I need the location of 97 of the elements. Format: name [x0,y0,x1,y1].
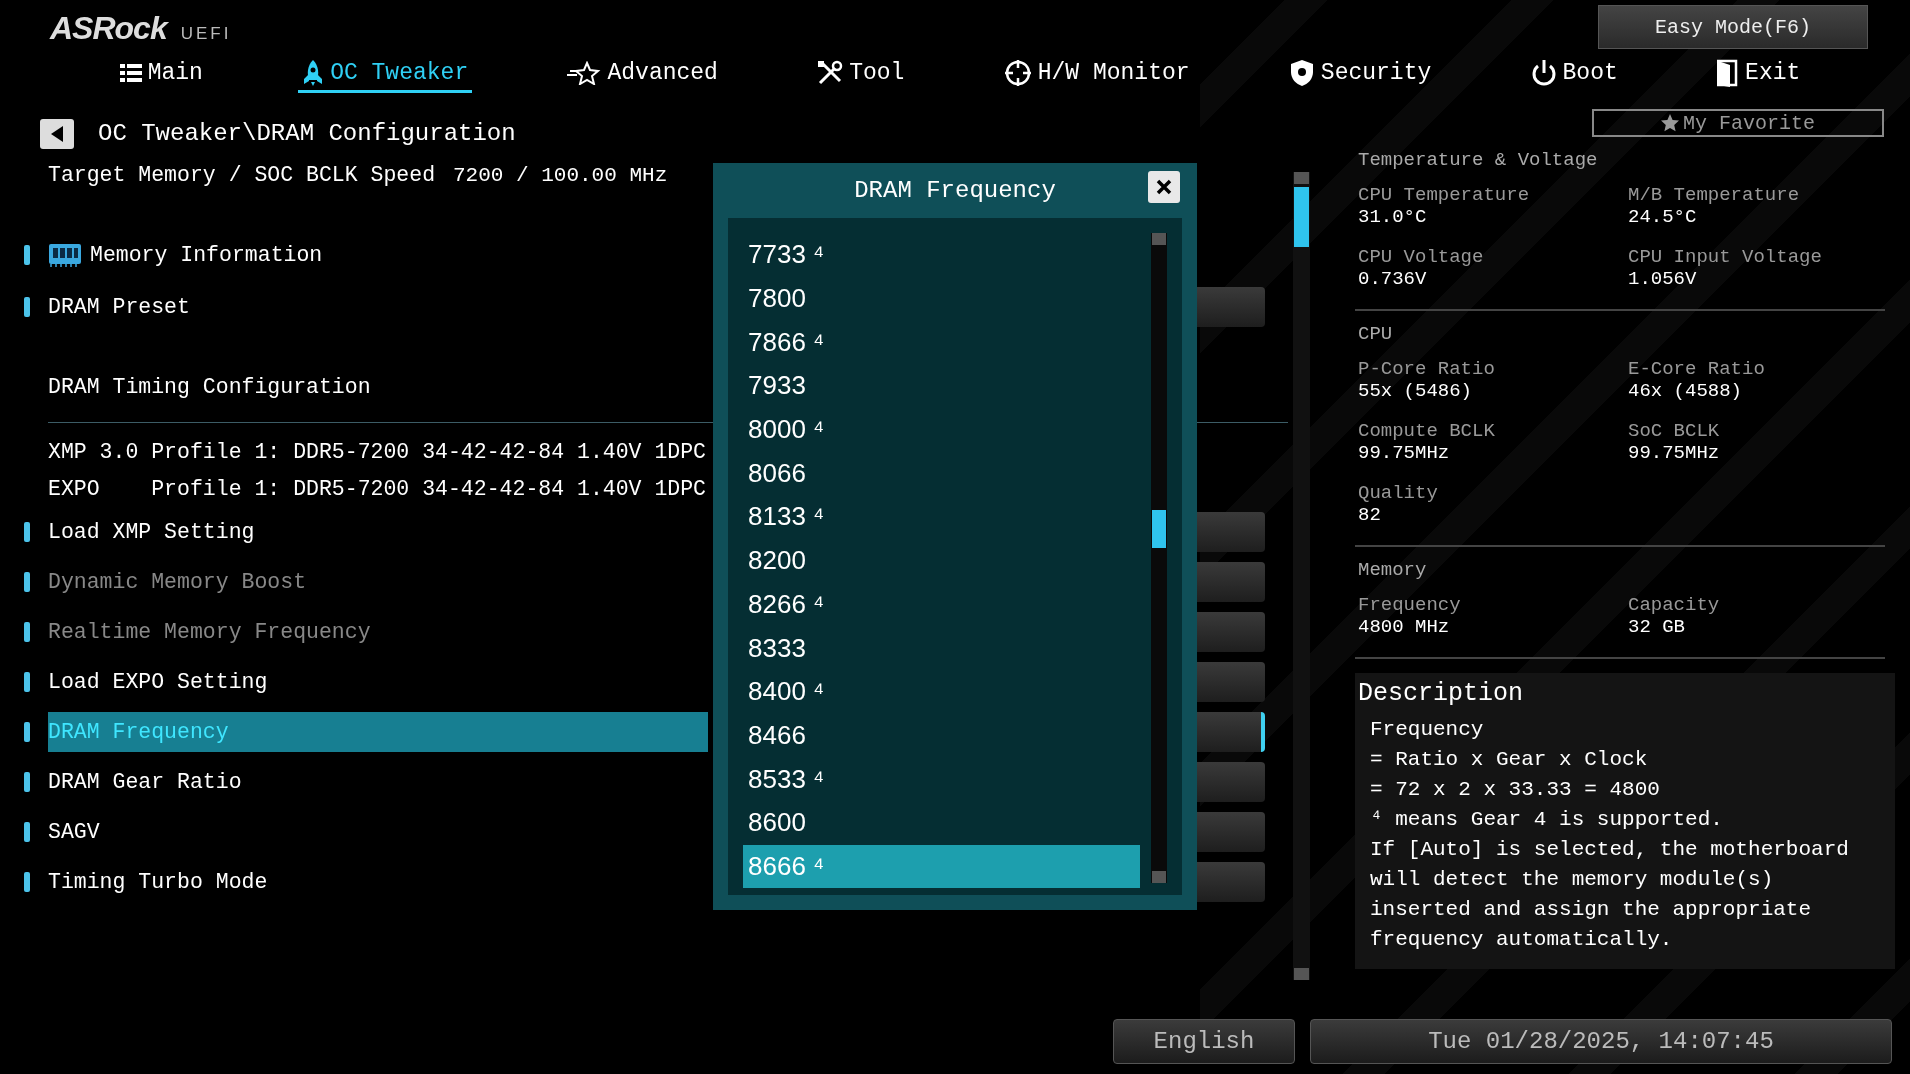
item-marker [24,772,30,792]
info-label: CPU Input Voltage [1628,246,1823,268]
frequency-option[interactable]: 8600 [743,800,1140,845]
item-marker [24,244,30,265]
crosshair-icon [1003,58,1032,87]
profile-info: EXPO Profile 1: DDR5-7200 34-42-42-84 1.40V 1DPC [48,475,707,503]
item-marker [24,572,30,592]
menu-item[interactable]: SAGV [48,812,708,852]
logo-suffix: UEFI [180,24,232,44]
frequency-option[interactable]: 7866 ⁴ [743,320,1140,365]
item-marker [24,622,30,642]
info-label: P-Core Ratio [1358,358,1496,380]
list-icon [119,62,142,83]
profile-info: XMP 3.0 Profile 1: DDR5-7200 34-42-42-84 1.40V 1DPC [48,438,707,466]
info-label: M/B Temperature [1628,184,1801,206]
back-button[interactable] [40,118,74,149]
frequency-option[interactable]: 8200 [743,538,1140,583]
breadcrumb: OC Tweaker\DRAM Configuration [98,120,516,147]
scrollbar[interactable] [1293,172,1310,980]
info-label: CPU Temperature [1358,184,1531,206]
nav-tab[interactable]: Boot [1526,55,1622,93]
item-marker [24,872,30,892]
power-icon [1530,58,1557,87]
menu-item[interactable]: Load EXPO Setting [48,662,708,702]
menu-item[interactable]: Memory Information [48,234,708,275]
item-marker [24,822,30,842]
info-value: 55x (5486) [1358,380,1474,402]
frequency-option[interactable]: 7933 [743,364,1140,408]
door-icon [1717,58,1740,87]
info-label: Frequency [1358,594,1462,616]
frequency-option[interactable]: 8533 ⁴ [743,757,1140,801]
info-value: 99.75MHz [1358,442,1451,464]
back-arrow-icon [51,125,63,142]
frequency-option[interactable]: 7733 ⁴ [743,233,1140,277]
info-value: 1.056V [1628,268,1698,290]
item-marker [24,522,30,542]
nav-tab[interactable]: Advanced [563,55,722,93]
favorite-button[interactable]: My Favorite [1592,109,1884,137]
nav-tab[interactable]: Main [115,55,207,93]
shield-icon [1288,58,1315,87]
section-title: Temperature & Voltage [1357,148,1599,173]
dialog-title: DRAM Frequency [854,177,1056,204]
info-label: Compute BCLK [1358,420,1496,442]
menu-item[interactable]: DRAM Gear Ratio [48,762,708,802]
date-time: Tue 01/28/2025, 14:07:45 [1310,1019,1892,1064]
frequency-option[interactable]: 8266 ⁴ [743,582,1140,627]
item-marker [24,722,30,742]
info-value: 31.0°C [1358,206,1428,228]
description-text: Frequency = Ratio x Gear x Clock = 72 x 2 x 33.33 = 4800 ⁴ means Gear 4 is supported. If [Auto] is selected, the motherboard will detect the memory module(s) inserted and assign the appropriate frequency automatically. [1370,717,1849,953]
tools-icon [817,59,844,86]
memory-module-icon [48,241,82,268]
easy-mode-button[interactable]: Easy Mode(F6) [1598,5,1868,49]
menu-item[interactable]: Load XMP Setting [48,512,708,552]
nav-tab[interactable]: Security [1284,55,1436,93]
item-marker [24,297,30,317]
description-title: Description [1358,679,1525,710]
favorite-label: My Favorite [1683,111,1815,135]
info-value: 82 [1358,504,1382,526]
info-value: 46x (4588) [1628,380,1744,402]
info-label: SoC BCLK [1628,420,1721,442]
setting-value: 7200 / 100.00 MHz [453,163,668,187]
menu-item[interactable]: Timing Turbo Mode [48,862,708,902]
nav-tab[interactable]: Tool [813,55,909,93]
nav-tab[interactable]: OC Tweaker [298,55,473,93]
star-icon [567,60,602,85]
info-value: 0.736V [1358,268,1428,290]
language-button[interactable]: English [1113,1019,1295,1064]
brand-logo: ASRock [50,10,167,47]
info-value: 99.75MHz [1628,442,1721,464]
section-title: Memory [1357,558,1428,583]
rocket-icon [302,59,325,86]
info-value: 4800 MHz [1358,616,1451,638]
frequency-option[interactable]: 8000 ⁴ [743,407,1140,452]
frequency-option[interactable]: 8066 [743,451,1140,496]
info-value: 32 GB [1628,616,1686,638]
frequency-option[interactable]: 8400 ⁴ [743,669,1140,714]
menu-item[interactable]: DRAM Preset [48,287,708,327]
info-label: Capacity [1628,594,1721,616]
info-value: 24.5°C [1628,206,1698,228]
info-label: CPU Voltage [1358,246,1485,268]
frequency-option[interactable]: 8333 [743,626,1140,670]
frequency-option[interactable]: 7800 [743,276,1140,321]
info-label: E-Core Ratio [1628,358,1766,380]
item-marker [24,672,30,692]
menu-item-label: Memory Information [90,241,323,269]
frequency-option[interactable]: 8466 [743,713,1140,758]
section-title: CPU [1357,322,1394,347]
close-icon [1156,179,1172,195]
nav-tab[interactable]: H/W Monitor [999,55,1194,93]
close-button[interactable] [1148,171,1180,203]
info-label: Quality [1358,482,1439,504]
scrollbar[interactable] [1151,233,1167,883]
setting-label: Target Memory / SOC BCLK Speed [48,163,437,187]
nav-tab[interactable]: Exit [1713,55,1805,93]
star-icon [1661,114,1679,132]
section-heading: DRAM Timing Configuration [48,374,372,401]
frequency-option[interactable]: 8133 ⁴ [743,495,1140,539]
